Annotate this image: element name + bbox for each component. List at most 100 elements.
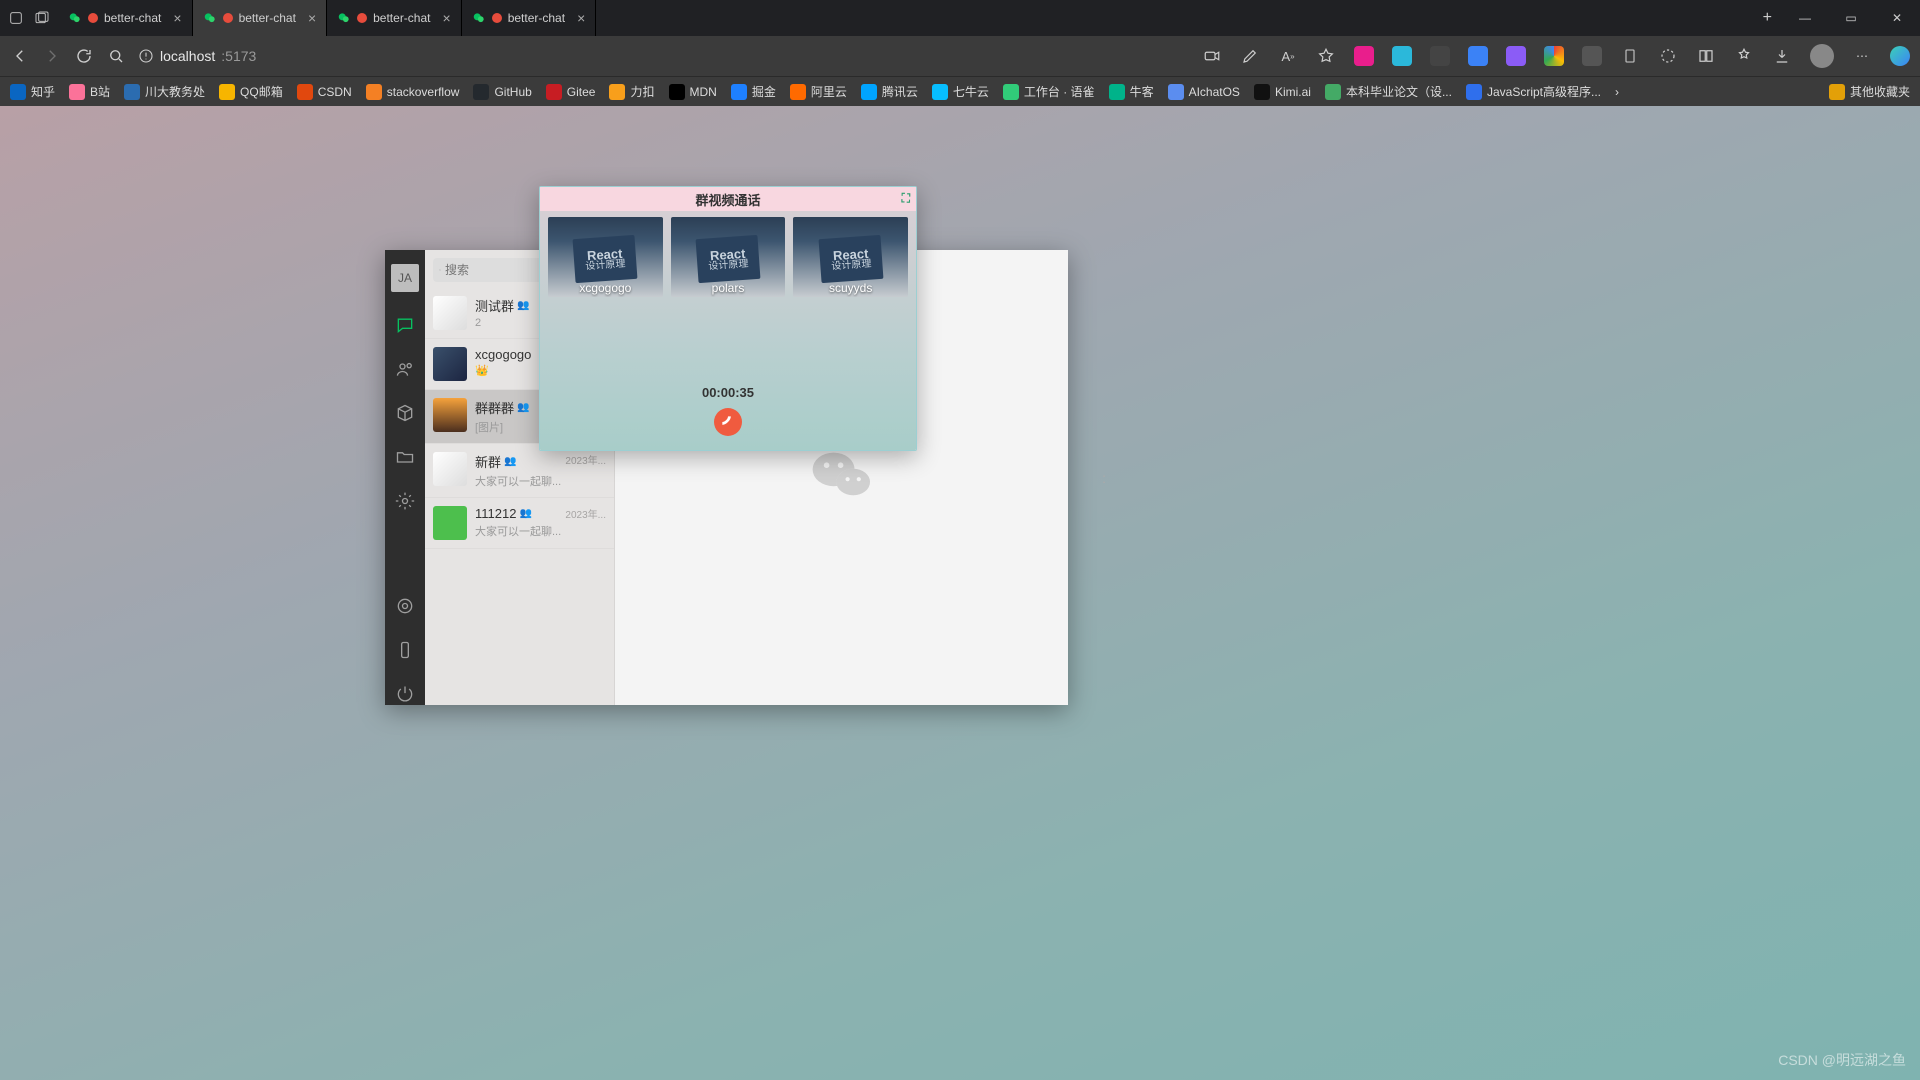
star-icon[interactable]	[1316, 46, 1336, 66]
reader-icon[interactable]: A»	[1278, 46, 1298, 66]
extension-3[interactable]	[1430, 46, 1450, 66]
hangup-button[interactable]	[714, 408, 742, 436]
bookmark-item[interactable]: 七牛云	[932, 83, 989, 100]
conversation-item[interactable]: 111212👥 大家可以一起聊... 2023年...	[425, 498, 614, 549]
conversation-avatar	[433, 398, 467, 432]
split-icon[interactable]	[1696, 46, 1716, 66]
bookmark-item[interactable]: 腾讯云	[861, 83, 918, 100]
page-viewport: JA 测试群👥 2	[0, 106, 1920, 1080]
window-minimize[interactable]: ―	[1782, 11, 1828, 25]
chat-tab-icon[interactable]	[394, 314, 416, 336]
bookmark-item[interactable]: 阿里云	[790, 83, 847, 100]
tab-close-icon[interactable]: ×	[173, 10, 181, 26]
link-icon[interactable]	[394, 595, 416, 617]
url-host: localhost	[160, 48, 215, 64]
extension-6[interactable]	[1544, 46, 1564, 66]
bookmark-label: 知乎	[31, 83, 55, 100]
bookmark-item[interactable]: 工作台 · 语雀	[1003, 83, 1095, 100]
browser-tabbar: better-chat × better-chat × better-chat …	[0, 0, 1920, 36]
settings-tab-icon[interactable]	[394, 490, 416, 512]
bookmarks-bar: 知乎 B站川大教务处 QQ邮箱 CSDN stackoverflow GitHub Gite…	[0, 76, 1920, 106]
participant-tile[interactable]: React设计原理 xcgogogo	[548, 217, 663, 297]
bookmark-item[interactable]: QQ邮箱	[219, 83, 283, 100]
bookmark-favicon-icon	[69, 84, 85, 100]
browser-tab[interactable]: better-chat ×	[462, 0, 597, 36]
window-menu[interactable]	[0, 0, 58, 36]
bookmark-item[interactable]: 知乎	[10, 83, 55, 100]
bookmark-item[interactable]: Kimi.ai	[1254, 84, 1311, 100]
downloads-icon[interactable]	[1772, 46, 1792, 66]
participant-tile[interactable]: React设计原理 scuyyds	[793, 217, 908, 297]
nav-back[interactable]	[10, 46, 30, 66]
conversation-avatar	[433, 506, 467, 540]
extension-1[interactable]	[1354, 46, 1374, 66]
video-call-title-bar[interactable]: 群视频通话 ⛶	[540, 187, 916, 211]
copilot-icon[interactable]	[1890, 46, 1910, 66]
bookmark-item[interactable]: 掘金	[731, 83, 776, 100]
sync-icon[interactable]	[1658, 46, 1678, 66]
conversation-name: 测试群	[475, 296, 514, 315]
sidebar-rail: JA	[385, 250, 425, 705]
bookmark-item[interactable]: Gitee	[546, 84, 596, 100]
more-icon[interactable]: ⋯	[1852, 46, 1872, 66]
camera-icon[interactable]	[1202, 46, 1222, 66]
nav-reload[interactable]	[74, 46, 94, 66]
bookmark-item[interactable]: 牛客	[1109, 83, 1154, 100]
folder-tab-icon[interactable]	[394, 446, 416, 468]
browser-tab[interactable]: better-chat ×	[327, 0, 462, 36]
bookmark-item[interactable]: AIchatOS	[1168, 84, 1240, 100]
me-avatar[interactable]: JA	[391, 264, 419, 292]
bookmark-favicon-icon	[861, 84, 877, 100]
new-tab-button[interactable]: +	[1753, 0, 1782, 36]
group-icon: 👥	[517, 402, 529, 413]
bookmark-item[interactable]: JavaScript高级程序...	[1466, 83, 1601, 100]
video-content: React设计原理	[818, 235, 883, 283]
bookmark-item[interactable]: CSDN	[297, 84, 352, 100]
bookmark-item[interactable]: stackoverflow	[366, 84, 460, 100]
edit-icon[interactable]	[1240, 46, 1260, 66]
extension-4[interactable]	[1468, 46, 1488, 66]
participant-name: polars	[671, 281, 786, 295]
bookmark-item[interactable]: MDN	[669, 84, 717, 100]
window-maximize[interactable]: ▭	[1828, 11, 1874, 25]
bookmark-label: 腾讯云	[882, 83, 918, 100]
contacts-tab-icon[interactable]	[394, 358, 416, 380]
bookmark-favicon-icon	[731, 84, 747, 100]
phone-tab-icon[interactable]	[394, 639, 416, 661]
bookmark-item[interactable]: 川大教务处	[124, 83, 205, 100]
extension-7[interactable]	[1582, 46, 1602, 66]
bookmark-item[interactable]: 本科毕业论文（设...	[1325, 83, 1452, 100]
bookmark-label: GitHub	[494, 85, 531, 99]
conversation-timestamp: 2023年...	[565, 452, 606, 467]
power-icon[interactable]	[394, 683, 416, 705]
tab-close-icon[interactable]: ×	[443, 10, 451, 26]
conversation-item[interactable]: 新群👥 大家可以一起聊... 2023年...	[425, 444, 614, 498]
participant-tile[interactable]: React设计原理 polars	[671, 217, 786, 297]
other-bookmarks[interactable]: 其他收藏夹	[1829, 83, 1910, 100]
bookmark-item[interactable]: B站	[69, 83, 110, 100]
browser-tab[interactable]: better-chat ×	[58, 0, 193, 36]
bookmark-item[interactable]: 力扣	[609, 83, 654, 100]
extension-5[interactable]	[1506, 46, 1526, 66]
note-icon[interactable]	[1620, 46, 1640, 66]
bookmarks-overflow[interactable]: ›	[1615, 85, 1619, 99]
wechat-favicon-icon	[472, 11, 486, 25]
conversation-timestamp: 2023年...	[565, 506, 606, 521]
bookmark-favicon-icon	[1466, 84, 1482, 100]
box-tab-icon[interactable]	[394, 402, 416, 424]
tab-close-icon[interactable]: ×	[308, 10, 316, 26]
bookmark-label: Kimi.ai	[1275, 85, 1311, 99]
window-close[interactable]: ✕	[1874, 11, 1920, 25]
bookmark-favicon-icon	[1109, 84, 1125, 100]
bookmark-item[interactable]: GitHub	[473, 84, 531, 100]
nav-forward[interactable]	[42, 46, 62, 66]
profile-avatar[interactable]	[1810, 44, 1834, 68]
extension-2[interactable]	[1392, 46, 1412, 66]
tab-title: better-chat	[508, 11, 565, 25]
browser-tab[interactable]: better-chat ×	[193, 0, 328, 36]
favorites-icon[interactable]	[1734, 46, 1754, 66]
tab-close-icon[interactable]: ×	[577, 10, 585, 26]
fullscreen-icon[interactable]: ⛶	[902, 191, 910, 206]
url-display[interactable]: localhost:5173	[138, 48, 256, 64]
nav-search[interactable]	[106, 46, 126, 66]
